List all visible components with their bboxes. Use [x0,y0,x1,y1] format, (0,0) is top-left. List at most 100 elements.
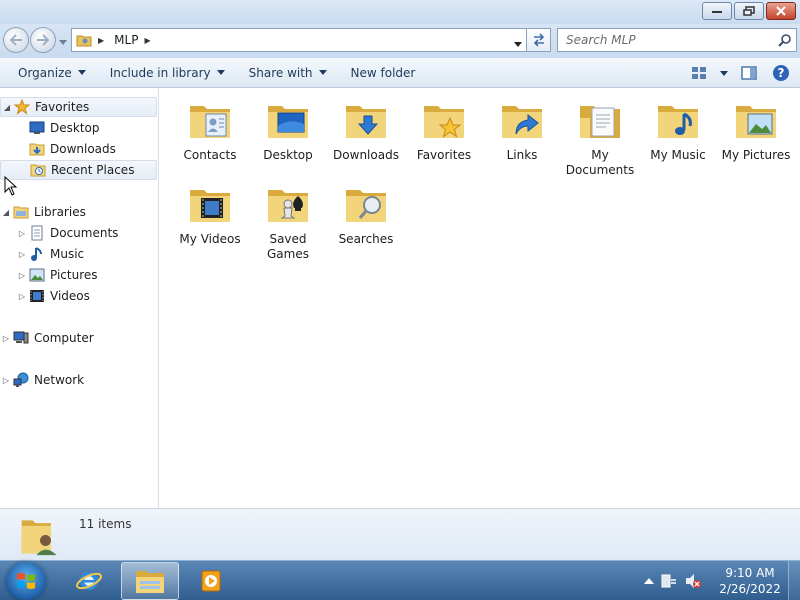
nav-item-music[interactable]: ▷ Music [0,244,157,264]
back-arrow-icon [9,34,22,46]
address-row: ▶ MLP ▶ [0,24,800,58]
show-desktop-button[interactable] [788,561,800,600]
refresh-icon [533,33,544,47]
search-box[interactable] [557,28,797,52]
desktop-folder-icon [268,106,308,138]
folder-item[interactable]: My Videos [172,180,248,247]
nav-item-downloads[interactable]: Downloads [0,139,157,159]
folder-item[interactable]: My Music [640,96,716,163]
nav-item-libraries[interactable]: ◢ Libraries [0,202,157,222]
nav-label: Desktop [50,121,100,135]
title-bar [0,0,800,24]
collapsed-arrow-icon[interactable]: ▷ [0,376,12,385]
downloads-folder-icon [346,106,386,138]
searches-folder-icon [346,190,386,222]
folder-item[interactable]: Contacts [172,96,248,163]
pictures-icon [28,267,46,283]
documents-icon [28,225,46,241]
chevron-down-icon [216,70,225,75]
folder-item[interactable]: Searches [328,180,404,247]
show-hidden-icons-button[interactable] [644,577,654,585]
folder-label: Searches [338,232,394,246]
help-icon: ? [773,65,789,81]
help-button[interactable]: ? [768,61,794,85]
computer-icon [12,330,30,346]
music-folder-icon [658,106,698,138]
nav-label: Music [50,247,85,261]
minimize-button[interactable] [702,2,732,20]
preview-pane-icon [741,66,757,80]
collapsed-arrow-icon[interactable]: ▷ [0,334,12,343]
action-center-icon[interactable] [660,572,678,590]
forward-arrow-icon [37,34,50,46]
folder-item[interactable]: Downloads [328,96,404,163]
chevron-down-icon [318,70,327,75]
mouse-cursor-icon [4,176,18,196]
nav-item-documents[interactable]: ▷ Documents [0,223,157,243]
new-folder-button[interactable]: New folder [343,61,424,85]
forward-button[interactable] [30,27,56,53]
navigation-pane: ◢ Favorites Desktop Downloads Recent Pla… [0,88,159,508]
share-with-label: Share with [248,65,313,80]
breadcrumb-separator[interactable]: ▶ [144,36,150,45]
folder-label: My Documents [565,148,635,177]
nav-label: Pictures [50,268,98,282]
recent-pages-dropdown[interactable] [59,35,67,49]
breadcrumb-item[interactable]: MLP [114,33,138,47]
breadcrumb-separator: ▶ [98,35,105,45]
taskbar-windows-explorer[interactable] [121,562,179,600]
downloads-icon [28,141,46,157]
folder-item[interactable]: Saved Games [250,180,326,262]
taskbar-media-player[interactable] [182,562,240,600]
collapsed-arrow-icon[interactable]: ▷ [16,292,28,301]
close-button[interactable] [766,2,796,20]
folder-item[interactable]: Favorites [406,96,482,163]
maximize-button[interactable] [734,2,764,20]
collapsed-arrow-icon[interactable]: ▷ [16,229,28,238]
taskbar-internet-explorer[interactable] [60,562,118,600]
back-button[interactable] [3,27,29,53]
expanded-arrow-icon[interactable]: ◢ [1,103,13,112]
chevron-down-icon [720,70,728,76]
nav-item-computer[interactable]: ▷ Computer [0,328,157,348]
folder-label: Links [506,148,538,162]
nav-item-pictures[interactable]: ▷ Pictures [0,265,157,285]
expanded-arrow-icon[interactable]: ◢ [0,208,12,217]
organize-label: Organize [18,65,72,80]
libraries-icon [12,204,30,220]
nav-item-favorites[interactable]: ◢ Favorites [0,97,157,117]
search-input[interactable] [566,33,766,47]
nav-item-network[interactable]: ▷ Network [0,370,157,390]
taskbar: 9:10 AM 2/26/2022 [0,560,800,600]
windows-logo-icon [17,573,35,589]
nav-item-videos[interactable]: ▷ Videos [0,286,157,306]
nav-label: Recent Places [51,163,135,177]
folder-label: Contacts [183,148,237,162]
view-options-dropdown[interactable] [718,61,730,85]
include-in-library-label: Include in library [109,65,211,80]
links-folder-icon [502,106,542,138]
folder-item[interactable]: My Documents [562,96,638,178]
start-button[interactable] [6,562,46,600]
search-icon[interactable] [778,33,792,47]
volume-muted-icon[interactable] [684,572,702,590]
folder-item[interactable]: Links [484,96,560,163]
preview-pane-button[interactable] [736,61,762,85]
share-with-menu[interactable]: Share with [241,61,335,85]
clock[interactable]: 9:10 AM 2/26/2022 [718,565,782,597]
folder-item[interactable]: My Pictures [718,96,794,163]
organize-menu[interactable]: Organize [10,61,94,85]
collapsed-arrow-icon[interactable]: ▷ [16,250,28,259]
include-in-library-menu[interactable]: Include in library [102,61,233,85]
collapsed-arrow-icon[interactable]: ▷ [16,271,28,280]
change-view-button[interactable] [686,61,712,85]
address-history-dropdown[interactable] [514,37,522,51]
windows-explorer-icon [136,571,164,593]
videos-folder-icon [190,190,230,222]
nav-item-desktop[interactable]: Desktop [0,118,157,138]
system-tray [644,561,702,600]
address-bar[interactable]: ▶ MLP ▶ [71,28,527,52]
folder-item[interactable]: Desktop [250,96,326,163]
nav-item-recent-places[interactable]: Recent Places [0,160,157,180]
refresh-button[interactable] [527,28,551,52]
